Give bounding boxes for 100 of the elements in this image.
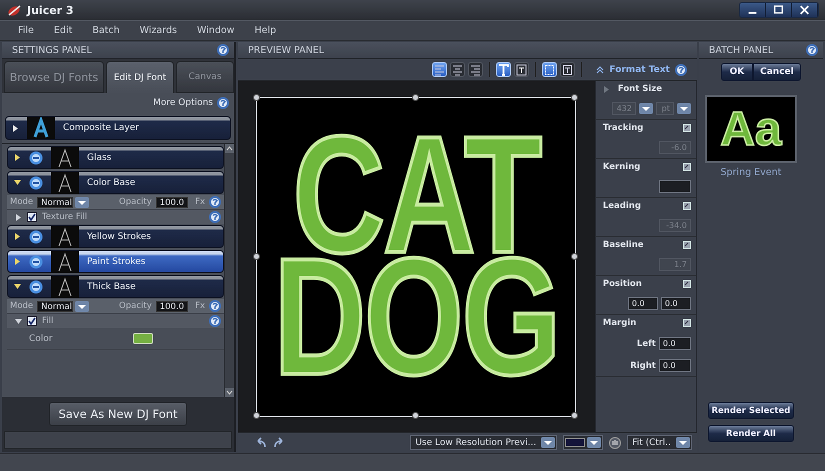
expand-arrow-icon[interactable] <box>14 179 21 186</box>
more-options-link[interactable]: More Options <box>153 98 213 108</box>
layer-row[interactable]: Thick Base <box>7 275 224 298</box>
help-icon[interactable] <box>217 44 229 56</box>
visibility-icon[interactable] <box>29 254 43 268</box>
input-field[interactable]: 0.0 <box>658 337 691 350</box>
color-swatch[interactable] <box>132 333 152 344</box>
resize-handle[interactable] <box>571 252 578 260</box>
checkbox[interactable] <box>27 212 37 222</box>
layer-row[interactable]: Glass <box>7 146 224 169</box>
dropdown-caret-icon[interactable] <box>676 437 690 448</box>
opacity-field[interactable]: 100.0 <box>156 300 188 312</box>
panel-title: PREVIEW PANEL <box>248 44 324 56</box>
reset-icon[interactable] <box>682 319 691 327</box>
reset-icon[interactable] <box>682 163 691 171</box>
reset-icon[interactable] <box>682 202 691 210</box>
text-tool-button[interactable] <box>496 62 512 77</box>
visibility-icon[interactable] <box>29 230 43 244</box>
color-label: Color <box>29 334 52 344</box>
font-name-caption: Spring Event <box>720 167 782 178</box>
frame-text-button[interactable] <box>560 62 576 77</box>
dropdown-caret-icon[interactable] <box>587 437 602 448</box>
render-selected-button[interactable]: Render Selected <box>708 402 794 419</box>
scroll-up-icon[interactable] <box>225 144 234 153</box>
visibility-icon[interactable] <box>29 150 43 164</box>
align-right-icon <box>470 64 482 76</box>
cancel-button[interactable]: Cancel <box>752 63 801 81</box>
layer-name: Glass <box>87 152 112 162</box>
resize-handle[interactable] <box>253 94 260 100</box>
close-icon[interactable] <box>792 3 818 17</box>
collapse-icon[interactable] <box>596 66 604 74</box>
frame-text-icon <box>562 64 574 76</box>
expand-arrow-icon[interactable] <box>12 124 19 132</box>
format-text-header[interactable]: Format Text <box>609 64 670 74</box>
align-center-button[interactable] <box>450 62 466 77</box>
dropdown-caret-icon[interactable] <box>75 196 90 208</box>
minimize-icon[interactable] <box>740 3 766 17</box>
input-field[interactable]: 0.0 <box>658 359 691 372</box>
dropdown-caret-icon[interactable] <box>638 103 653 114</box>
help-icon[interactable] <box>209 196 221 208</box>
opacity-field[interactable]: 100.0 <box>156 196 188 208</box>
expand-arrow-icon[interactable] <box>14 233 21 240</box>
align-left-button[interactable] <box>432 62 448 77</box>
help-icon[interactable] <box>806 44 818 56</box>
render-all-button[interactable]: Render All <box>708 425 794 442</box>
align-center-icon <box>452 64 464 76</box>
expand-arrow-icon[interactable] <box>14 154 21 161</box>
reset-icon[interactable] <box>682 241 691 249</box>
save-as-new-button[interactable]: Save As New DJ Font <box>49 402 187 426</box>
menu-item[interactable]: Help <box>246 25 288 36</box>
blend-mode-dropdown[interactable]: Normal <box>37 300 74 312</box>
help-icon[interactable] <box>674 64 687 76</box>
layer-name: Color Base <box>87 178 136 188</box>
frame-button[interactable] <box>542 62 558 77</box>
layer-row[interactable]: Yellow Strokes <box>7 225 224 248</box>
tab[interactable]: Edit DJ Font <box>106 61 174 93</box>
preview-text: Aa <box>720 102 782 156</box>
maximize-icon[interactable] <box>766 3 792 17</box>
visibility-icon[interactable] <box>29 280 43 294</box>
resize-handle[interactable] <box>253 252 260 260</box>
menu-item[interactable]: Wizards <box>132 25 189 36</box>
app-logo-icon <box>6 3 22 17</box>
help-icon[interactable] <box>209 300 221 312</box>
align-left-icon <box>434 64 446 76</box>
reset-icon[interactable] <box>682 124 691 132</box>
input-field[interactable]: 0.0 <box>660 297 691 310</box>
menu-item[interactable]: Window <box>188 25 246 36</box>
dropdown-caret-icon[interactable] <box>541 437 556 448</box>
input-field[interactable]: 0.0 <box>628 297 658 310</box>
font-preview-thumbnail[interactable]: Aa <box>704 95 797 163</box>
input-field[interactable] <box>658 180 691 193</box>
dropdown-caret-icon[interactable] <box>75 300 90 312</box>
reset-icon[interactable] <box>682 280 691 288</box>
resize-handle[interactable] <box>253 412 260 418</box>
expand-arrow-icon[interactable] <box>14 283 21 290</box>
panel-title: SETTINGS PANEL <box>12 44 92 56</box>
help-icon[interactable] <box>209 211 221 223</box>
ok-button[interactable]: OK <box>720 63 753 81</box>
align-right-button[interactable] <box>468 62 484 77</box>
mode-label: Mode <box>10 197 34 207</box>
menu-item[interactable]: Batch <box>84 25 132 36</box>
resize-handle[interactable] <box>571 94 578 100</box>
resize-handle[interactable] <box>571 412 578 418</box>
scroll-down-icon[interactable] <box>225 388 234 397</box>
help-icon[interactable] <box>217 97 229 109</box>
dropdown-caret-icon[interactable] <box>676 103 691 114</box>
margin-left-label: Left <box>636 338 656 348</box>
layer-row[interactable]: Paint Strokes <box>7 250 224 273</box>
help-icon[interactable] <box>209 315 221 327</box>
panel-title: BATCH PANEL <box>708 44 774 56</box>
checkbox[interactable] <box>27 316 37 326</box>
text-frame-button[interactable] <box>514 62 530 77</box>
resize-handle[interactable] <box>412 94 420 100</box>
visibility-icon[interactable] <box>29 176 43 190</box>
menu-item[interactable]: Edit <box>46 25 84 36</box>
resize-handle[interactable] <box>412 412 420 418</box>
layer-row[interactable]: Color Base <box>7 171 224 194</box>
menu-item[interactable]: File <box>10 25 46 36</box>
section-label: Tracking <box>602 123 644 133</box>
blend-mode-dropdown[interactable]: Normal <box>37 196 74 208</box>
